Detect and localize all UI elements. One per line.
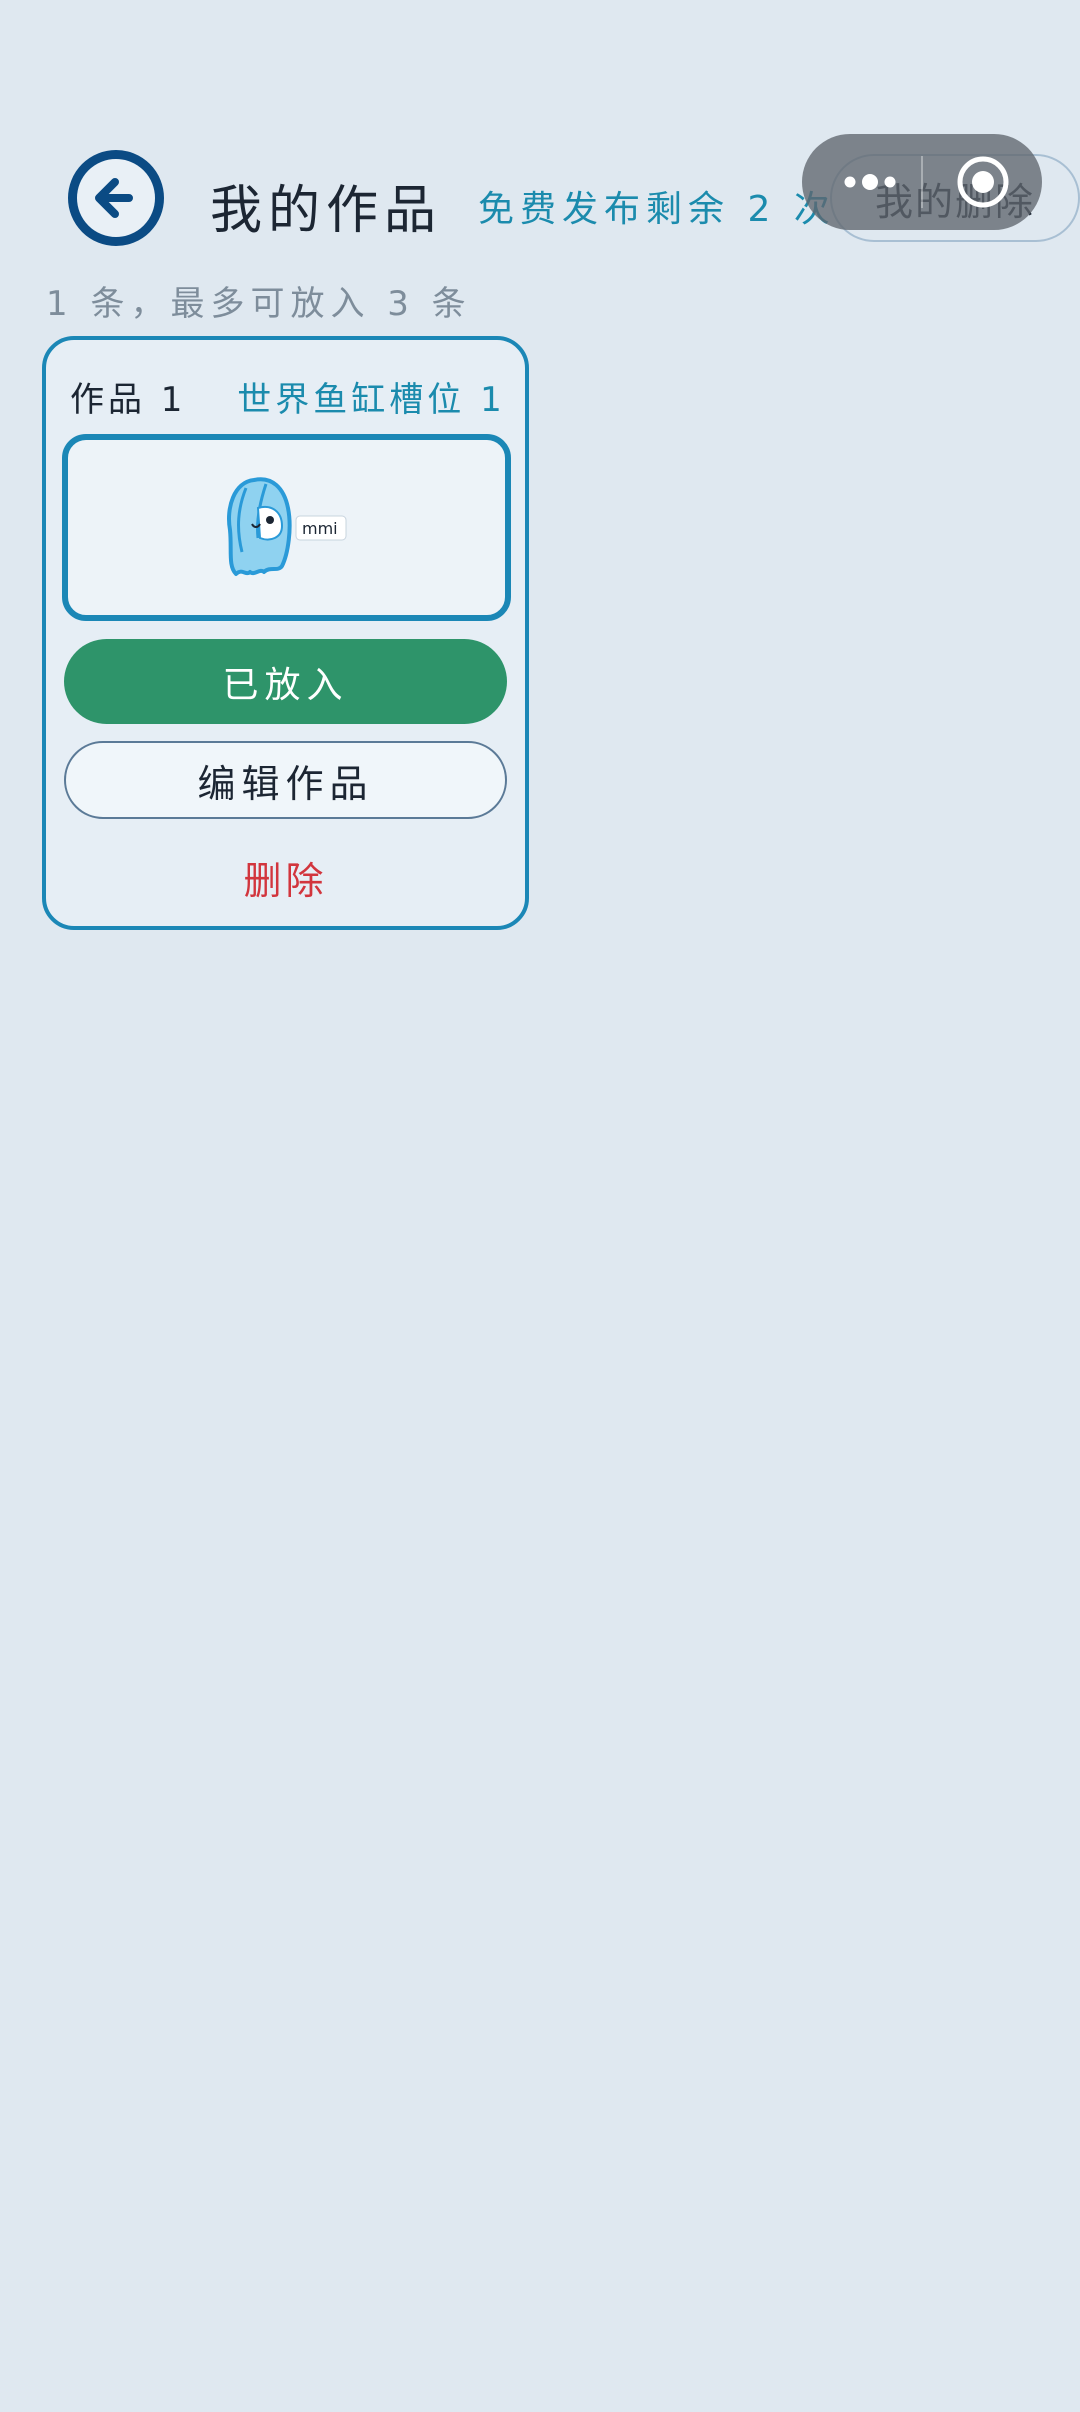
free-publish-quota: 免费发布剩余 2 次 <box>478 189 836 230</box>
work-card: 作品 1 世界鱼缸槽位 1 mmi 已放入 编辑作品 删除 <box>42 336 529 930</box>
page-title: 我的作品 <box>210 181 443 241</box>
more-dots-icon[interactable] <box>820 134 920 230</box>
capsule-divider <box>921 156 923 208</box>
placed-button[interactable]: 已放入 <box>64 639 507 724</box>
work-card-header: 作品 1 世界鱼缸槽位 1 <box>70 372 506 421</box>
work-number: 作品 1 <box>70 380 187 420</box>
slot-count-hint: 1 条，最多可放入 3 条 <box>46 284 472 324</box>
tank-slot-label: 世界鱼缸槽位 1 <box>237 380 506 420</box>
edit-work-button[interactable]: 编辑作品 <box>64 741 507 819</box>
fish-drawing: mmi <box>226 476 346 576</box>
target-circle-icon[interactable] <box>924 134 1042 230</box>
mini-program-capsule <box>802 134 1042 230</box>
delete-button[interactable]: 删除 <box>46 850 525 905</box>
arrow-left-icon <box>95 178 133 218</box>
back-button[interactable] <box>68 150 164 246</box>
thumbnail-sign-text: mmi <box>302 519 338 538</box>
page: 我的作品 免费发布剩余 2 次 我的删除 1 条，最多可放入 3 条 作品 1 … <box>0 0 1080 2412</box>
work-thumbnail[interactable]: mmi <box>62 434 511 621</box>
